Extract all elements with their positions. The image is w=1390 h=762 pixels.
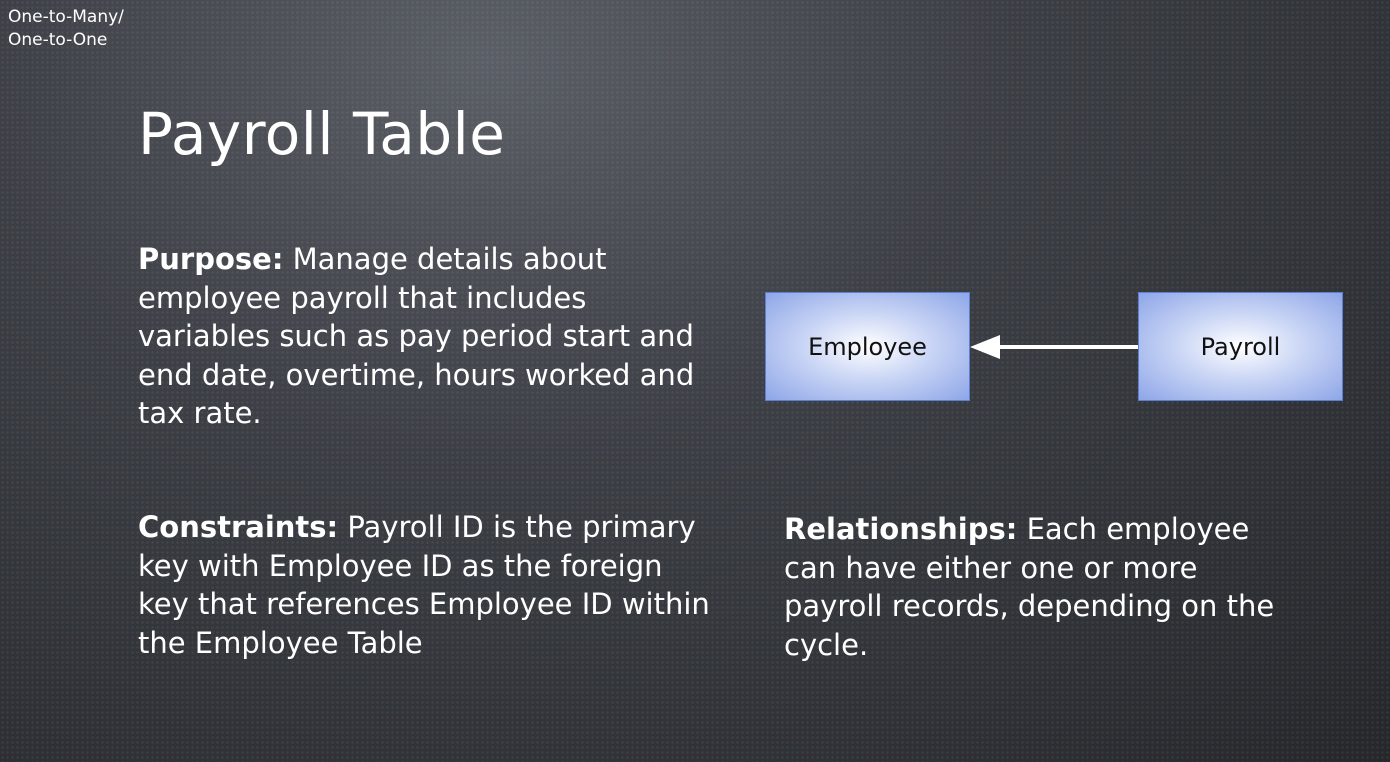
constraints-label: Constraints: xyxy=(138,510,339,544)
arrow-head xyxy=(970,335,1000,359)
purpose-paragraph: Purpose: Manage details about employee p… xyxy=(138,240,698,433)
relationship-arrow xyxy=(970,335,1138,359)
employee-entity-label: Employee xyxy=(808,332,927,361)
relationships-label: Relationships: xyxy=(784,512,1018,546)
payroll-entity-label: Payroll xyxy=(1200,332,1281,361)
section-label-line-1: One-to-Many/ xyxy=(8,7,124,27)
slide-title: Payroll Table xyxy=(138,100,506,168)
section-label: One-to-Many/ One-to-One xyxy=(8,6,124,52)
payroll-entity-box: Payroll xyxy=(1138,292,1343,401)
purpose-label: Purpose: xyxy=(138,242,284,276)
relationships-paragraph: Relationships: Each employee can have ei… xyxy=(784,510,1304,664)
section-label-line-2: One-to-One xyxy=(8,30,108,50)
constraints-paragraph: Constraints: Payroll ID is the primary k… xyxy=(138,508,718,662)
employee-entity-box: Employee xyxy=(765,292,970,401)
